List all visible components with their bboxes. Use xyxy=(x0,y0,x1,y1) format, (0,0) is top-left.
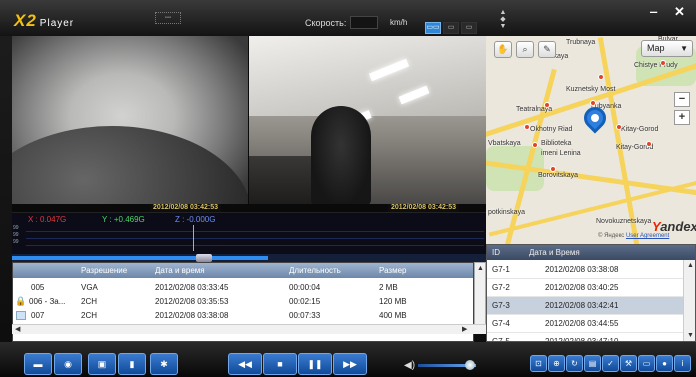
player-window: X2 Player ▪▪▪ Скорость: km/h ▭▭ ▭ ▭ ▲ ◆ ▼ ‒… xyxy=(0,0,696,377)
gsensor-graph[interactable]: X : 0.047G Y : +0.469G Z : -0.000G 99 99… xyxy=(12,212,486,254)
volume-handle[interactable] xyxy=(465,360,475,370)
screen-icon[interactable]: ▭ xyxy=(638,355,655,372)
metro-icon xyxy=(590,100,596,106)
file-list-header: Разрешение Дата и время Длительность Раз… xyxy=(13,263,473,278)
seek-handle[interactable] xyxy=(195,254,212,262)
map-copyright: © Яндекс User Agreement xyxy=(598,233,670,239)
vendor-mark: ▪▪▪ xyxy=(155,12,181,24)
gear-icon[interactable]: ✱ xyxy=(150,353,178,375)
wrench-icon[interactable]: ⚒ xyxy=(620,355,637,372)
video-area[interactable]: 2012/02/08 03:42:53 2012/02/08 03:42:53 xyxy=(12,36,486,212)
info-icon[interactable]: i xyxy=(674,355,691,372)
folder-icon[interactable]: ▬ xyxy=(24,353,52,375)
close-button[interactable]: ✕ xyxy=(674,4,685,20)
fast-forward-icon[interactable]: ▶▶ xyxy=(333,353,367,375)
logo-player: Player xyxy=(39,18,75,29)
speed-display xyxy=(350,16,378,29)
title-bar: X2 Player ▪▪▪ Скорость: km/h ▭▭ ▭ ▭ ▲ ◆ ▼ ‒… xyxy=(0,0,696,36)
gps-row[interactable]: G7-1 2012/02/08 03:38:08 xyxy=(487,261,684,279)
layout-front-icon[interactable]: ▭ xyxy=(443,22,459,34)
app-logo: X2 Player xyxy=(14,11,74,31)
map-type-button[interactable]: Map ▼ xyxy=(641,40,693,57)
map-icon[interactable]: ▤ xyxy=(584,355,601,372)
front-timestamp: 2012/02/08 03:42:53 xyxy=(150,204,221,212)
col-size[interactable]: Размер xyxy=(379,263,469,278)
layout-dual-icon[interactable]: ▭▭ xyxy=(425,22,441,34)
front-camera-view[interactable] xyxy=(12,36,248,204)
rear-timestamp: 2012/02/08 03:42:53 xyxy=(388,204,459,212)
camera-icon[interactable]: ◉ xyxy=(54,353,82,375)
minimize-button[interactable]: ‒ xyxy=(650,4,657,19)
metro-icon xyxy=(532,142,538,148)
gps-list[interactable]: ID Дата и Время G7-1 2012/02/08 03:38:08… xyxy=(486,244,696,342)
save-icon[interactable]: ▣ xyxy=(88,353,116,375)
zoom-out-button[interactable]: − xyxy=(674,92,690,107)
volume-icon[interactable]: ◀) xyxy=(404,360,415,371)
metro-icon xyxy=(616,124,622,130)
rewind-icon[interactable]: ◀◀ xyxy=(228,353,262,375)
control-bar: ▬ ◉ ▣ ▮ ✱ ◀◀ ■ ❚❚ ▶▶ ◀) ⊡ ⊕ ↻ ▤ ✓ ⚒ ▭ ● … xyxy=(0,342,696,377)
layout-rear-icon[interactable]: ▭ xyxy=(461,22,477,34)
hand-icon[interactable]: ✋ xyxy=(494,41,512,58)
col-gps-datetime[interactable]: Дата и Время xyxy=(529,245,580,260)
check-icon[interactable]: ✓ xyxy=(602,355,619,372)
compass-icon: ▲ ◆ ▼ xyxy=(499,9,507,30)
gps-row-selected[interactable]: G7-3 2012/02/08 03:42:41 xyxy=(487,297,684,315)
metro-icon xyxy=(598,74,604,80)
scroll-down-icon[interactable]: ▼ xyxy=(687,332,694,340)
scroll-right-icon[interactable]: ▶ xyxy=(462,326,467,334)
gps-list-header: ID Дата и Время xyxy=(487,245,695,260)
record-icon[interactable]: ● xyxy=(656,355,673,372)
file-list-hscroll[interactable]: ◀ ▶ xyxy=(12,324,486,334)
metro-icon xyxy=(660,60,666,66)
user-agreement-link[interactable]: User Agreement xyxy=(626,233,669,239)
magnifier-icon[interactable]: ⌕ xyxy=(516,41,534,58)
speed-unit: km/h xyxy=(390,18,408,27)
graph-cursor[interactable] xyxy=(193,225,194,251)
gsensor-x-value: X : 0.047G xyxy=(28,215,67,224)
fit-icon[interactable]: ⊡ xyxy=(530,355,547,372)
metro-icon xyxy=(550,166,556,172)
seek-progress xyxy=(12,256,268,260)
map-panel[interactable]: Trubnaya Bulvar Chistye Prudy Kuznetsky … xyxy=(486,36,696,244)
metro-icon xyxy=(544,102,550,108)
zoom-icon[interactable]: ⊕ xyxy=(548,355,565,372)
logo-brand: X2 xyxy=(14,11,37,30)
speed-label: Скорость: xyxy=(305,18,347,28)
yandex-logo: Yandex xyxy=(652,219,696,234)
file-row[interactable]: 007 2CH 2012/02/08 03:38:08 00:07:33 400… xyxy=(13,309,473,322)
gsensor-plot xyxy=(26,225,484,251)
col-datetime[interactable]: Дата и время xyxy=(155,263,285,278)
file-row[interactable]: 🔒 006 - За... 2CH 2012/02/08 03:35:53 00… xyxy=(13,295,473,308)
file-icon xyxy=(16,311,26,320)
gps-list-vscroll[interactable]: ▲ ▼ xyxy=(683,260,695,341)
gps-row[interactable]: G7-5 2012/02/08 03:47:10 xyxy=(487,333,684,341)
pause-icon[interactable]: ❚❚ xyxy=(298,353,332,375)
metro-icon xyxy=(646,141,652,147)
stop-icon[interactable]: ■ xyxy=(263,353,297,375)
rotate-icon[interactable]: ↻ xyxy=(566,355,583,372)
seek-bar[interactable] xyxy=(12,254,486,262)
scroll-left-icon[interactable]: ◀ xyxy=(15,326,20,334)
rear-camera-view[interactable] xyxy=(249,36,486,204)
lock-icon: 🔒 xyxy=(15,296,27,306)
metro-icon xyxy=(524,124,530,130)
trash-icon[interactable]: ▮ xyxy=(118,353,146,375)
ruler-icon[interactable]: ✎ xyxy=(538,41,556,58)
gps-row[interactable]: G7-4 2012/02/08 03:44:55 xyxy=(487,315,684,333)
zoom-in-button[interactable]: + xyxy=(674,110,690,125)
gsensor-z-value: Z : -0.000G xyxy=(175,215,216,224)
col-duration[interactable]: Длительность xyxy=(289,263,375,278)
scroll-up-icon[interactable]: ▲ xyxy=(687,262,694,270)
file-row[interactable]: 005 VGA 2012/02/08 03:33:45 00:00:04 2 M… xyxy=(13,281,473,294)
gps-row[interactable]: G7-2 2012/02/08 03:40:25 xyxy=(487,279,684,297)
col-resolution[interactable]: Разрешение xyxy=(81,263,151,278)
scroll-up-icon[interactable]: ▲ xyxy=(477,265,484,273)
chevron-down-icon: ▼ xyxy=(680,44,688,53)
gsensor-y-value: Y : +0.469G xyxy=(102,215,145,224)
col-id[interactable]: ID xyxy=(492,245,500,260)
person-figure xyxy=(311,106,371,204)
gsensor-ticks: 99 99 99 xyxy=(13,225,19,245)
